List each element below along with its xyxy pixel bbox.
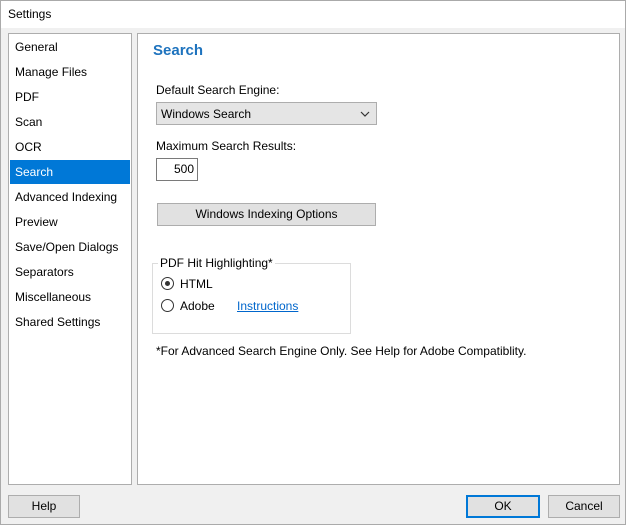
- instructions-link[interactable]: Instructions: [237, 299, 298, 313]
- nav-item-scan[interactable]: Scan: [10, 110, 130, 134]
- section-title: Search: [153, 42, 204, 59]
- max-results-label: Maximum Search Results:: [156, 139, 297, 153]
- cancel-button[interactable]: Cancel: [548, 495, 620, 518]
- nav-item-preview[interactable]: Preview: [10, 210, 130, 234]
- radio-html-label[interactable]: HTML: [180, 277, 213, 291]
- footnote: *For Advanced Search Engine Only. See He…: [156, 344, 527, 358]
- window-title: Settings: [8, 7, 52, 21]
- search-engine-value: Windows Search: [161, 107, 252, 121]
- radio-adobe-label[interactable]: Adobe: [180, 299, 215, 313]
- group-legend: PDF Hit Highlighting*: [158, 256, 275, 270]
- nav-item-pdf[interactable]: PDF: [10, 85, 130, 109]
- settings-window: Settings General Manage Files PDF Scan O…: [0, 0, 626, 525]
- nav-item-search[interactable]: Search: [10, 160, 130, 184]
- nav-item-advanced-indexing[interactable]: Advanced Indexing: [10, 185, 130, 209]
- search-settings-panel: Search Default Search Engine: Windows Se…: [137, 33, 620, 485]
- nav-item-shared-settings[interactable]: Shared Settings: [10, 310, 130, 334]
- nav-item-general[interactable]: General: [10, 35, 130, 59]
- search-engine-select[interactable]: Windows Search: [156, 102, 377, 125]
- max-results-input[interactable]: 500: [156, 158, 198, 181]
- radio-adobe[interactable]: [161, 299, 174, 312]
- settings-nav: General Manage Files PDF Scan OCR Search…: [8, 33, 132, 485]
- windows-indexing-options-button[interactable]: Windows Indexing Options: [157, 203, 376, 226]
- radio-html[interactable]: [161, 277, 174, 290]
- radio-selected-dot: [165, 281, 170, 286]
- help-button[interactable]: Help: [8, 495, 80, 518]
- chevron-down-icon: [360, 111, 370, 117]
- nav-item-miscellaneous[interactable]: Miscellaneous: [10, 285, 130, 309]
- nav-item-ocr[interactable]: OCR: [10, 135, 130, 159]
- ok-button[interactable]: OK: [466, 495, 540, 518]
- title-bar: Settings: [1, 1, 625, 28]
- pdf-hit-highlighting-group: PDF Hit Highlighting* HTML Adobe Instruc…: [152, 256, 351, 334]
- nav-item-manage-files[interactable]: Manage Files: [10, 60, 130, 84]
- nav-item-save-open-dialogs[interactable]: Save/Open Dialogs: [10, 235, 130, 259]
- nav-item-separators[interactable]: Separators: [10, 260, 130, 284]
- engine-label: Default Search Engine:: [156, 83, 280, 97]
